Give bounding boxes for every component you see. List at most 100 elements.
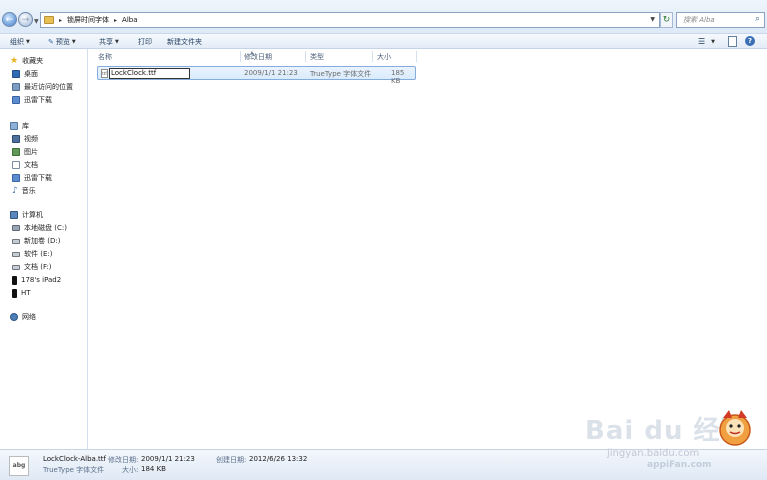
file-row[interactable]: ttf LockClock.ttf 2009/1/1 21:23 TrueTyp… (97, 66, 416, 85)
chevron-down-icon: ▼ (26, 38, 30, 45)
nav-libraries[interactable]: 库 (10, 120, 29, 132)
nav-label: 软件 (E:) (24, 250, 53, 258)
details-type: TrueType 字体文件 (43, 466, 105, 474)
column-type[interactable]: 类型 (310, 52, 324, 62)
column-name[interactable]: 名称 (98, 52, 112, 62)
refresh-button[interactable]: ↻ (660, 12, 673, 28)
back-arrow-icon: ← (5, 14, 14, 25)
nav-thunder-downloads-lib[interactable]: 迅雷下载 (12, 172, 52, 184)
rename-input[interactable]: LockClock.ttf (109, 68, 190, 79)
preview-pane-button[interactable] (728, 36, 737, 47)
nav-label: 视频 (24, 135, 38, 143)
nav-ht[interactable]: HT (12, 287, 31, 299)
file-thumbnail: abg (9, 456, 29, 476)
breadcrumb-alba[interactable]: Alba (122, 16, 137, 24)
column-size[interactable]: 大小 (377, 52, 391, 62)
details-modified-value: 2009/1/1 21:23 (141, 455, 195, 463)
address-dropdown-icon[interactable]: ▼ (650, 16, 655, 23)
nav-pictures[interactable]: 图片 (12, 146, 38, 158)
picture-icon (12, 148, 20, 156)
preview-button[interactable]: ✎ 预览 ▼ (48, 36, 76, 47)
preview-icon: ✎ (48, 37, 54, 46)
column-divider[interactable] (372, 51, 373, 62)
nav-drive-e[interactable]: 软件 (E:) (12, 248, 52, 260)
library-icon (10, 122, 18, 130)
nav-label: 计算机 (22, 211, 43, 219)
nav-desktop[interactable]: 桌面 (12, 68, 38, 80)
details-pane: abg LockClock-Alba.ttf 修改日期: 2009/1/1 21… (0, 449, 767, 480)
nav-drive-f[interactable]: 文档 (F:) (12, 261, 52, 273)
new-folder-button[interactable]: 新建文件夹 (167, 36, 202, 47)
print-button[interactable]: 打印 (138, 36, 152, 47)
chevron-down-icon: ▼ (115, 38, 119, 45)
nav-thunder-downloads[interactable]: 迅雷下载 (12, 94, 52, 106)
breadcrumb-separator-icon[interactable]: ▸ (114, 17, 117, 24)
nav-drive-d[interactable]: 新加卷 (D:) (12, 235, 60, 247)
details-created-label: 创建日期: (216, 456, 247, 464)
nav-videos[interactable]: 视频 (12, 133, 38, 145)
file-type: TrueType 字体文件 (310, 70, 372, 78)
search-placeholder: 搜索 Alba (683, 16, 715, 24)
nav-ipad[interactable]: 178's iPad2 (12, 274, 61, 286)
download-folder-icon (12, 174, 20, 182)
search-input[interactable]: 搜索 Alba ⌕ (676, 12, 765, 28)
forward-button[interactable]: → (18, 12, 33, 27)
column-headers: ▲ 名称 修改日期 类型 大小 (90, 49, 767, 63)
back-button[interactable]: ← (2, 12, 17, 27)
music-icon: ♪ (12, 186, 18, 196)
column-divider[interactable] (416, 51, 417, 62)
nav-favorites[interactable]: ★ 收藏夹 (10, 55, 43, 67)
history-dropdown-icon[interactable]: ▼ (34, 18, 39, 25)
breadcrumb-separator-icon[interactable]: ▸ (59, 17, 62, 24)
download-folder-icon (12, 96, 20, 104)
nav-computer[interactable]: 计算机 (10, 209, 43, 221)
column-modified[interactable]: 修改日期 (244, 52, 272, 62)
details-size-label: 大小: (122, 466, 139, 474)
preview-label: 预览 (55, 37, 70, 46)
video-icon (12, 135, 20, 143)
star-icon: ★ (10, 56, 19, 66)
nav-label: 文档 (F:) (24, 263, 52, 271)
help-button[interactable]: ? (745, 36, 755, 46)
navigation-pane: ★ 收藏夹 桌面 最近访问的位置 迅雷下载 库 视频 图片 文档 迅雷下载 ♪ 音乐… (0, 49, 88, 449)
nav-label: 网络 (22, 313, 36, 321)
share-button[interactable]: 共享 ▼ (99, 36, 119, 47)
breadcrumb-lockscreen-fonts[interactable]: 锁屏时间字体 (67, 15, 109, 25)
nav-drive-c[interactable]: 本地磁盘 (C:) (12, 222, 67, 234)
refresh-icon: ↻ (662, 15, 671, 25)
forward-arrow-icon: → (21, 14, 30, 25)
computer-icon (10, 211, 18, 219)
address-input[interactable]: ▸ 锁屏时间字体 ▸ Alba ▼ (40, 12, 660, 28)
details-modified-label: 修改日期: (108, 456, 139, 464)
help-icon: ? (747, 37, 753, 45)
folder-icon (44, 16, 54, 24)
nav-documents[interactable]: 文档 (12, 159, 38, 171)
nav-label: 桌面 (24, 70, 38, 78)
search-icon[interactable]: ⌕ (755, 14, 760, 24)
organize-button[interactable]: 组织 ▼ (10, 36, 30, 47)
new-folder-label: 新建文件夹 (167, 37, 202, 46)
nav-recent-places[interactable]: 最近访问的位置 (12, 81, 73, 93)
column-divider[interactable] (240, 51, 241, 62)
nav-network[interactable]: 网络 (10, 311, 36, 323)
document-icon (12, 161, 20, 169)
network-icon (10, 313, 18, 321)
column-divider[interactable] (305, 51, 306, 62)
nav-label: 音乐 (21, 187, 36, 195)
watermark-logo: Bai du 经验 (585, 416, 748, 446)
command-bar: 组织 ▼ ✎ 预览 ▼ 共享 ▼ 打印 新建文件夹 ☰ ▼ ? (0, 34, 767, 49)
nav-label: 迅雷下载 (24, 174, 52, 182)
nav-label: 图片 (24, 148, 38, 156)
file-size: 185 KB (391, 69, 405, 85)
nav-music[interactable]: ♪ 音乐 (12, 185, 36, 197)
nav-label: 178's iPad2 (21, 276, 62, 284)
system-drive-icon (12, 225, 20, 231)
views-icon: ☰ (698, 37, 706, 46)
change-view-button[interactable]: ☰ ▼ (698, 36, 715, 47)
font-file-icon: ttf (101, 69, 108, 78)
chevron-down-icon: ▼ (711, 38, 716, 45)
details-size-value: 184 KB (141, 465, 166, 473)
nav-label: 最近访问的位置 (24, 83, 73, 91)
nav-label: 迅雷下载 (24, 96, 52, 104)
details-filename: LockClock-Alba.ttf (43, 455, 106, 463)
